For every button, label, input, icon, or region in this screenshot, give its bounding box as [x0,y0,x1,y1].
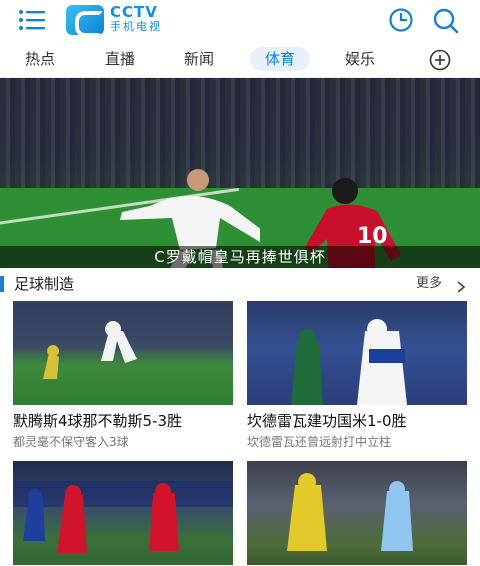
cctv-logo: CCTV 手机电视 [66,3,186,37]
add-channel-icon[interactable] [429,49,451,71]
more-link[interactable]: 更多 [416,272,442,296]
top-bar: CCTV 手机电视 [0,0,480,40]
logo-subtitle: 手机电视 [110,20,162,33]
tab-hot[interactable]: 热点 [14,47,66,71]
menu-icon[interactable] [18,9,46,31]
video-thumbnail[interactable] [13,301,233,405]
section-accent-bar [0,276,4,292]
video-title[interactable]: 默腾斯4球那不勒斯5-3胜 [13,411,243,431]
tab-news[interactable]: 新闻 [173,47,225,71]
hero-banner[interactable]: 10 [0,78,480,268]
channel-tabs: 热点 直播 新闻 体育 娱乐 [0,40,480,78]
tab-sports[interactable]: 体育 [250,47,310,71]
tab-entertainment[interactable]: 娱乐 [334,47,386,71]
video-thumbnail[interactable] [13,461,233,565]
banner-caption-bar: C罗戴帽皇马再捧世俱杯 [0,246,480,268]
video-card[interactable]: 坎德雷瓦建功国米1-0胜 坎德雷瓦还曾远射打中立柱 [247,301,467,451]
section-title: 足球制造 [14,275,75,293]
section-header: 足球制造 更多 [0,270,480,298]
logo-text: CCTV [110,3,158,21]
banner-caption[interactable]: C罗戴帽皇马再捧世俱杯 [0,246,480,268]
video-thumbnail[interactable] [247,301,467,405]
video-title[interactable]: 坎德雷瓦建功国米1-0胜 [247,411,477,431]
video-subtitle: 都灵毫不保守客入3球 [13,435,129,449]
tab-live[interactable]: 直播 [94,47,146,71]
video-card[interactable] [13,461,233,566]
cctv-logo-mark [66,5,104,37]
search-icon[interactable] [432,7,460,35]
video-card[interactable]: 默腾斯4球那不勒斯5-3胜 都灵毫不保守客入3球 [13,301,233,451]
history-clock-icon[interactable] [388,7,414,33]
video-card[interactable] [247,461,467,566]
video-thumbnail[interactable] [247,461,467,565]
video-subtitle: 坎德雷瓦还曾远射打中立柱 [247,435,392,449]
chevron-right-icon[interactable] [456,278,466,293]
